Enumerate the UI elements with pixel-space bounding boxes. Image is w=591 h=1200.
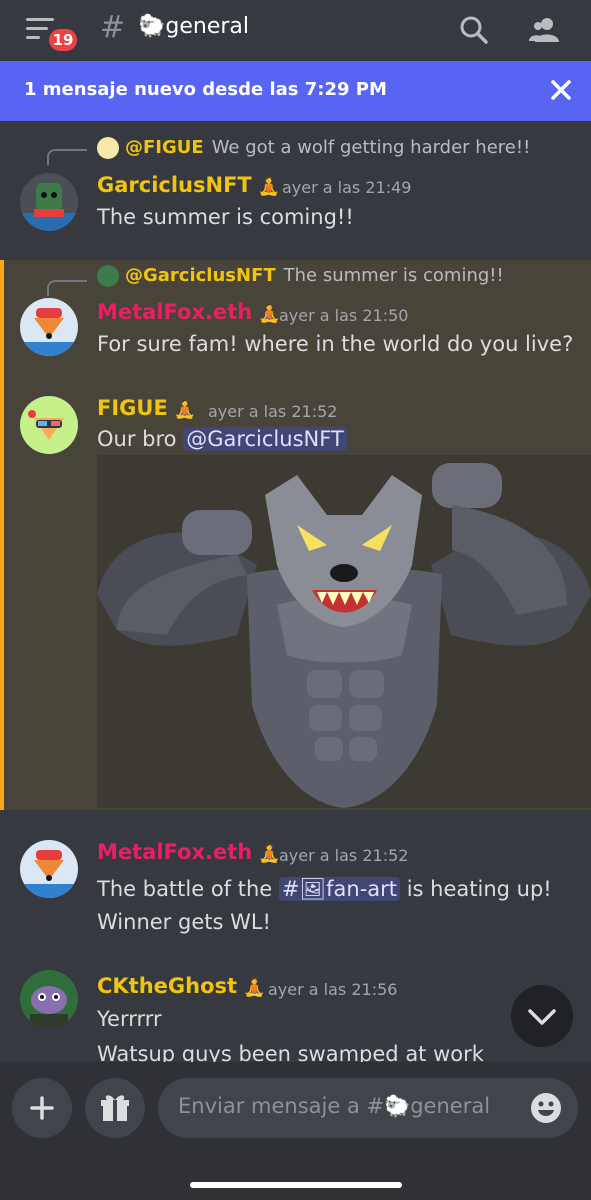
message-timestamp: ayer a las 21:52	[208, 402, 338, 421]
message-text: Yerrrrr	[97, 1007, 162, 1031]
menu-button[interactable]: 19	[26, 14, 80, 54]
message-timestamp: ayer a las 21:50	[279, 306, 409, 325]
message-timestamp: ayer a las 21:49	[282, 178, 412, 197]
role-icon: 🧘	[257, 176, 281, 197]
unread-badge: 19	[46, 26, 80, 54]
role-icon: 🧘	[258, 843, 281, 864]
message-author[interactable]: FIGUE 🧘	[97, 396, 196, 420]
message-input[interactable]: Enviar mensaje a #🐑general	[158, 1078, 578, 1138]
reply-text: The summer is coming!!	[283, 265, 504, 286]
message-author[interactable]: MetalFox.eth 🧘	[97, 300, 281, 324]
message-item[interactable]: MetalFox.eth 🧘 ayer a las 21:52 The battl…	[0, 828, 591, 958]
add-attachment-button[interactable]	[12, 1078, 72, 1138]
message-item[interactable]: @GarciclusNFT The summer is coming!! Meta…	[0, 260, 591, 388]
message-item[interactable]: @FIGUE We got a wolf getting harder here!…	[0, 125, 591, 255]
message-text: For sure fam! where in the world do you …	[97, 332, 574, 356]
message-author[interactable]: MetalFox.eth 🧘	[97, 840, 281, 864]
message-timestamp: ayer a las 21:52	[279, 846, 409, 865]
home-indicator	[190, 1182, 402, 1188]
message-text: The summer is coming!!	[97, 205, 354, 229]
gift-icon	[101, 1095, 129, 1121]
avatar[interactable]	[20, 396, 78, 454]
avatar[interactable]	[20, 298, 78, 356]
avatar	[97, 265, 119, 287]
close-icon[interactable]	[546, 75, 576, 105]
gift-button[interactable]	[85, 1078, 145, 1138]
channel-hash-icon: #	[100, 10, 126, 45]
message-author[interactable]: GarciclusNFT 🧘	[97, 173, 280, 197]
user-mention[interactable]: @GarciclusNFT	[183, 427, 347, 451]
chevron-down-icon	[528, 1009, 556, 1025]
channel-mention[interactable]: #🖼fan-art	[278, 877, 401, 901]
avatar[interactable]	[20, 840, 78, 898]
new-messages-banner[interactable]: 1 mensaje nuevo desde las 7:29 PM	[0, 61, 591, 121]
emoji-icon[interactable]	[530, 1092, 562, 1124]
message-text: The battle of the #🖼fan-art is heating u…	[97, 877, 552, 901]
role-icon: 🧘	[243, 977, 266, 998]
avatar	[97, 137, 119, 159]
reply-preview[interactable]: @FIGUE We got a wolf getting harder here!…	[97, 137, 530, 159]
reply-text: We got a wolf getting harder here!!	[211, 137, 531, 158]
reply-author: @FIGUE	[125, 137, 204, 158]
message-text: Winner gets WL!	[97, 910, 271, 934]
avatar[interactable]	[20, 970, 78, 1028]
role-icon: 🧘	[258, 303, 281, 324]
plus-icon	[30, 1096, 54, 1120]
reply-preview[interactable]: @GarciclusNFT The summer is coming!!	[97, 265, 504, 287]
message-item[interactable]: CKtheGhost 🧘 ayer a las 21:56 Yerrrrr Wat…	[0, 960, 591, 1062]
reply-author: @GarciclusNFT	[125, 265, 276, 286]
message-text: Watsup guys been swamped at work	[97, 1042, 484, 1062]
top-bar: 19 # 🐑general	[0, 0, 591, 60]
channel-title: 🐑general	[138, 14, 250, 39]
message-timestamp: ayer a las 21:56	[268, 980, 398, 999]
banner-text: 1 mensaje nuevo desde las 7:29 PM	[24, 79, 387, 100]
message-input-placeholder: Enviar mensaje a #🐑general	[178, 1094, 491, 1118]
members-icon[interactable]	[527, 12, 563, 48]
search-icon[interactable]	[456, 12, 492, 48]
message-author[interactable]: CKtheGhost 🧘	[97, 974, 266, 998]
message-text: Our bro @GarciclusNFT	[97, 427, 347, 451]
scroll-to-bottom-button[interactable]	[511, 985, 573, 1047]
role-icon: 🧘	[173, 399, 197, 420]
image-attachment[interactable]	[97, 455, 591, 808]
avatar[interactable]	[20, 173, 78, 231]
